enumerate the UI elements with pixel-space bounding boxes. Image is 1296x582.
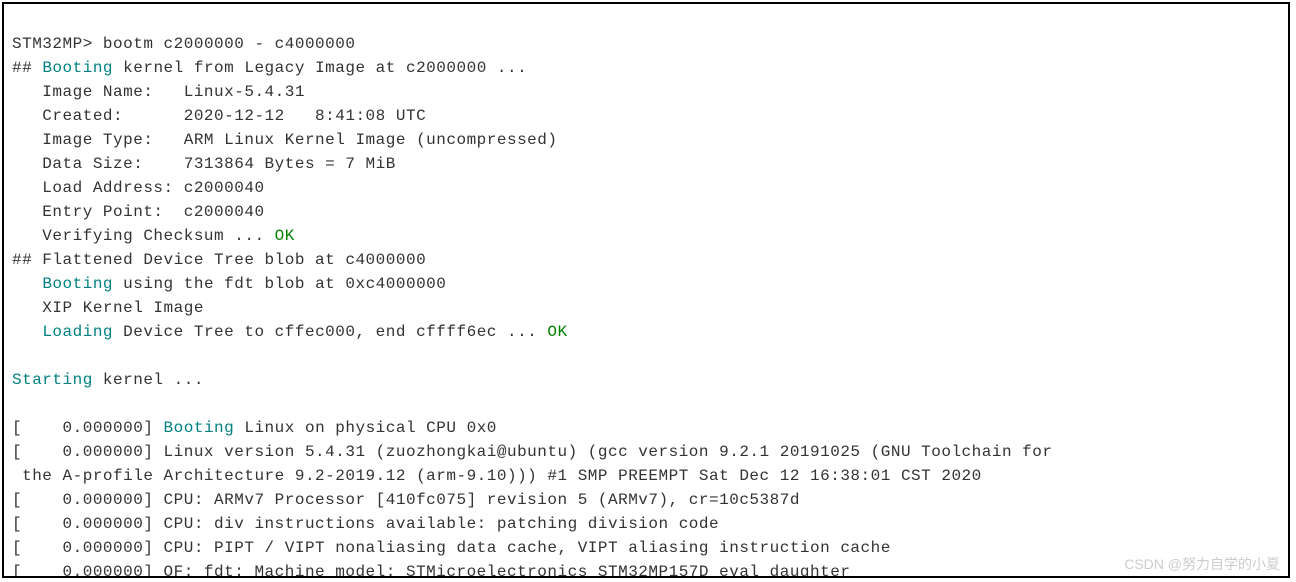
output-lines: ## Booting kernel from Legacy Image at c…	[12, 56, 1280, 578]
command-text: bootm c2000000 - c4000000	[103, 35, 356, 53]
terminal-output: STM32MP> bootm c2000000 - c4000000 ## Bo…	[2, 2, 1290, 578]
prompt: STM32MP>	[12, 35, 93, 53]
